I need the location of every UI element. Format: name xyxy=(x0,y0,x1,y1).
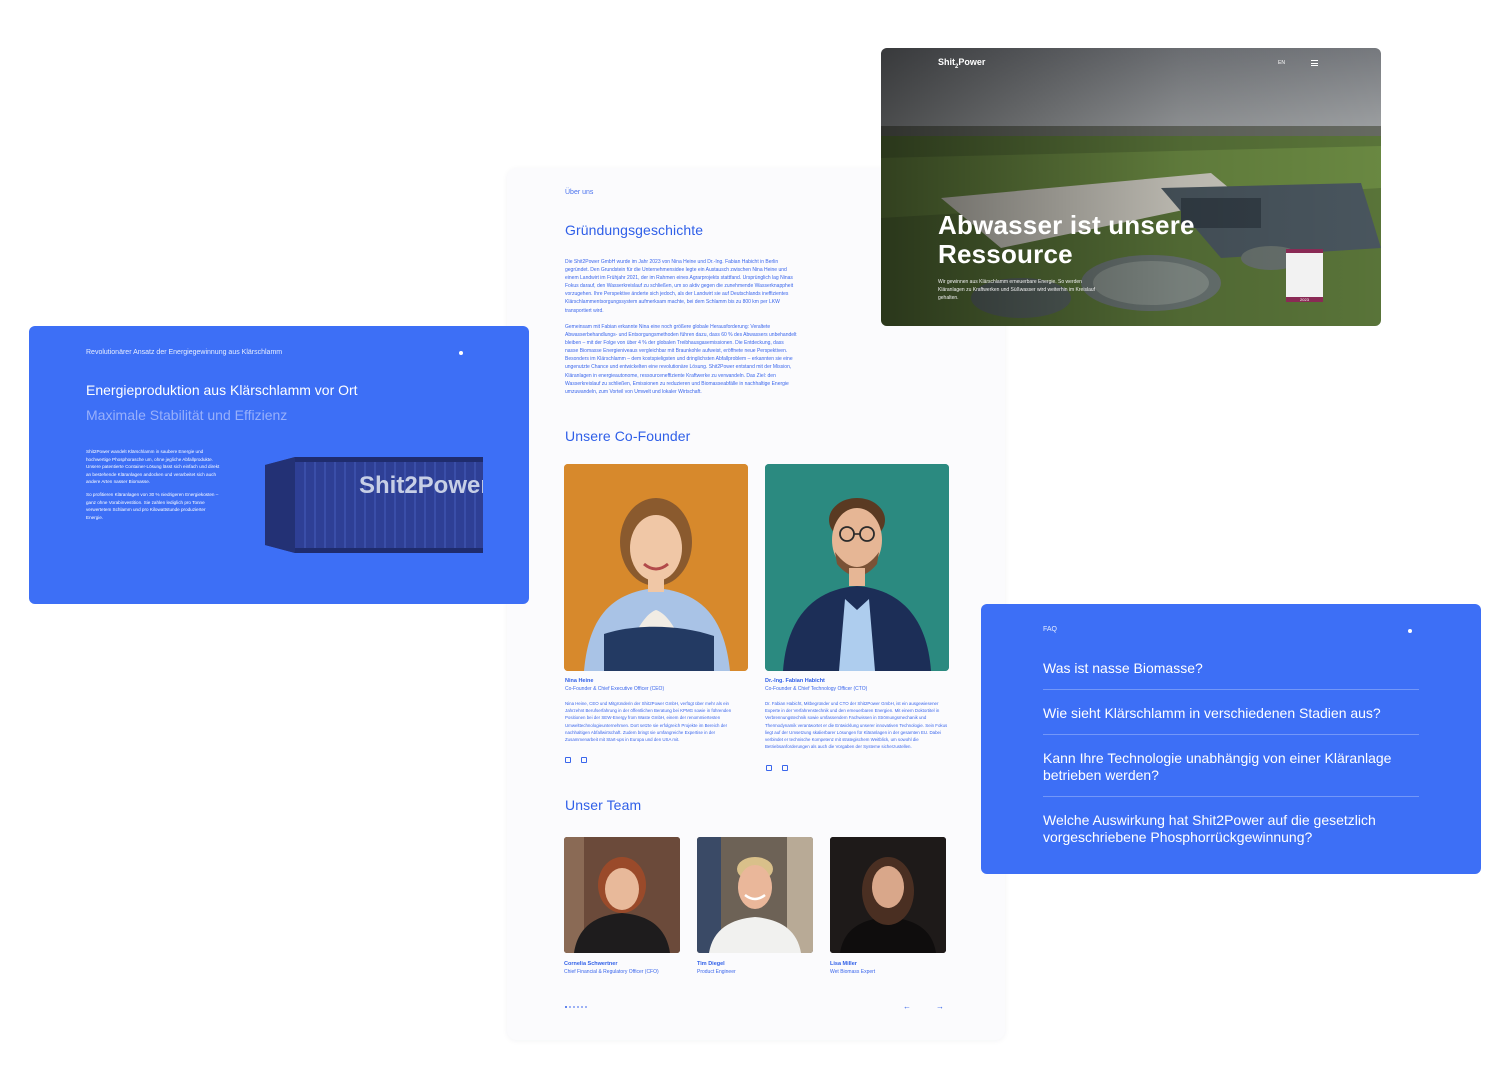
founder-name: Dr.-Ing. Fabian Habicht xyxy=(765,678,825,684)
carousel-next-arrow-icon[interactable]: → xyxy=(936,1002,944,1011)
about-eyebrow: Über uns xyxy=(565,189,594,196)
brand-logo[interactable]: Shit2Power xyxy=(938,57,985,70)
founder-name: Nina Heine xyxy=(565,678,594,684)
founder-bio: Nina Heine, CEO und Mitgründerin der Shi… xyxy=(565,701,732,743)
language-switch[interactable]: EN xyxy=(1278,60,1285,66)
founder-social-links xyxy=(766,765,788,771)
energy-subtitle: Maximale Stabilität und Effizienz xyxy=(86,407,288,423)
energy-description-2: So profitieren Kläranlagen von 30 % nied… xyxy=(86,492,219,520)
hero-banner: Shit2Power EN Abwasser ist unsere Ressou… xyxy=(881,48,1381,326)
founder-social-links xyxy=(565,757,587,763)
carousel-dot[interactable] xyxy=(585,1006,587,1008)
team-member-role: Chief Financial & Regulatory Officer (CF… xyxy=(564,969,659,975)
hamburger-menu-icon[interactable] xyxy=(1311,60,1318,68)
faq-question[interactable]: Was ist nasse Biomasse? xyxy=(1043,656,1419,690)
story-heading: Gründungsgeschichte xyxy=(565,222,704,238)
linkedin-icon[interactable] xyxy=(766,765,772,771)
faq-question[interactable]: Kann Ihre Technologie unabhängig von ein… xyxy=(1043,746,1419,797)
energy-eyebrow: Revolutionärer Ansatz der Energiegewinnu… xyxy=(86,349,283,356)
team-member-name: Cornelia Schwertner xyxy=(564,961,618,967)
carousel-prev-arrow-icon[interactable]: ← xyxy=(903,1002,911,1011)
team-heading: Unser Team xyxy=(565,797,642,813)
energy-card: Revolutionärer Ansatz der Energiegewinnu… xyxy=(29,326,529,604)
story-paragraph-2: Gemeinsam mit Fabian erkannte Nina eine … xyxy=(565,324,797,395)
faq-eyebrow: FAQ xyxy=(1043,626,1058,633)
faq-question[interactable]: Wie sieht Klärschlamm in verschiedenen S… xyxy=(1043,701,1419,735)
carousel-dot[interactable] xyxy=(573,1006,575,1008)
team-photo-cornelia xyxy=(564,837,680,953)
founder-bio: Dr. Fabian Habicht, Mitbegründer und CTO… xyxy=(765,701,948,750)
carousel-dot[interactable] xyxy=(569,1006,571,1008)
faq-card: FAQ Was ist nasse Biomasse? Wie sieht Kl… xyxy=(981,604,1481,874)
energy-description-1: Shit2Power wandelt Klärschlamm in sauber… xyxy=(86,449,220,484)
indicator-dot xyxy=(459,351,463,355)
founder-role: Co-Founder & Chief Technology Officer (C… xyxy=(765,686,868,692)
award-badge-year: 2023 xyxy=(1300,297,1309,302)
mail-icon[interactable] xyxy=(581,757,587,763)
container-logo-text: Shit2Power xyxy=(359,472,483,499)
faq-list: Was ist nasse Biomasse? Wie sieht Klärsc… xyxy=(1043,656,1419,869)
hero-headline: Abwasser ist unsere Ressource xyxy=(938,210,1195,269)
carousel-dot[interactable] xyxy=(581,1006,583,1008)
showcase-canvas: Über uns Gründungsgeschichte Die Shit2Po… xyxy=(0,0,1507,1087)
founder-role: Co-Founder & Chief Executive Officer (CE… xyxy=(565,686,665,692)
founder-photo-nina xyxy=(564,464,748,671)
shipping-container-image: Shit2Power xyxy=(265,457,490,553)
team-member-role: Wet Biomass Expert xyxy=(830,969,876,975)
energy-title: Energieproduktion aus Klärschlamm vor Or… xyxy=(86,382,358,398)
story-paragraph-1: Die Shit2Power GmbH wurde im Jahr 2023 v… xyxy=(565,259,794,314)
carousel-dots xyxy=(565,1006,587,1008)
team-member-role: Product Engineer xyxy=(697,969,736,975)
team-member-name: Lisa Miller xyxy=(830,961,857,967)
indicator-dot xyxy=(1408,629,1412,633)
carousel-dot[interactable] xyxy=(577,1006,579,1008)
team-photo-lisa xyxy=(830,837,946,953)
mail-icon[interactable] xyxy=(782,765,788,771)
cofounder-heading: Unsere Co-Founder xyxy=(565,428,691,444)
team-member-name: Tim Diegel xyxy=(697,961,725,967)
founder-photo-fabian xyxy=(765,464,949,671)
award-badge: 2023 xyxy=(1286,249,1323,302)
hero-lead: Wir gewinnen aus Klärschlamm erneuerbare… xyxy=(938,279,1096,301)
team-photo-tim xyxy=(697,837,813,953)
carousel-dot[interactable] xyxy=(565,1006,567,1008)
linkedin-icon[interactable] xyxy=(565,757,571,763)
faq-question[interactable]: Welche Auswirkung hat Shit2Power auf die… xyxy=(1043,808,1419,858)
